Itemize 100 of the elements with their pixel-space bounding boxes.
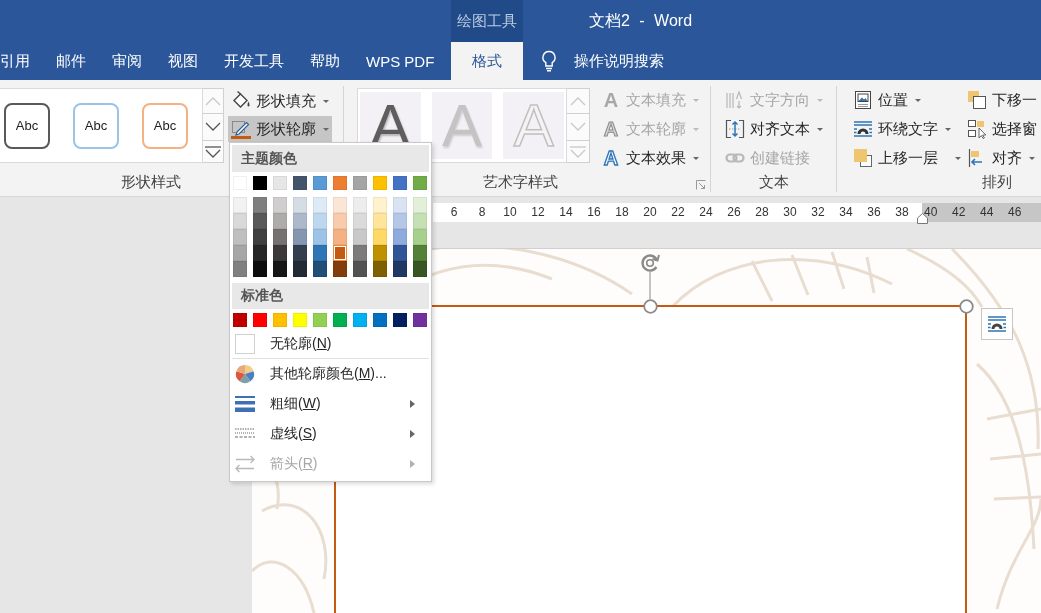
position-button[interactable]: 位置 [850, 88, 924, 112]
color-swatch[interactable] [393, 313, 407, 327]
color-swatch[interactable] [373, 313, 387, 327]
ribbon-tab[interactable]: 邮件 [43, 42, 99, 80]
color-swatch[interactable] [413, 176, 427, 190]
color-swatch[interactable] [353, 261, 367, 277]
color-swatch[interactable] [273, 176, 287, 190]
scroll-down-button[interactable] [203, 114, 224, 141]
color-swatch[interactable] [293, 197, 307, 213]
color-swatch[interactable] [313, 313, 327, 327]
color-swatch[interactable] [333, 261, 347, 277]
shape-style-swatch[interactable]: Abc [4, 102, 50, 149]
scroll-up-button[interactable] [567, 88, 590, 114]
color-swatch[interactable] [253, 245, 267, 261]
ribbon-tab[interactable]: 格式 [451, 42, 523, 80]
color-swatch[interactable] [333, 197, 347, 213]
color-swatch[interactable] [293, 261, 307, 277]
color-swatch[interactable] [393, 176, 407, 190]
color-swatch[interactable] [353, 229, 367, 245]
color-swatch[interactable] [413, 197, 427, 213]
color-swatch[interactable] [273, 261, 287, 277]
color-swatch[interactable] [353, 313, 367, 327]
color-swatch[interactable] [393, 245, 407, 261]
color-swatch[interactable] [393, 261, 407, 277]
layout-options-button[interactable] [981, 308, 1013, 340]
color-swatch[interactable] [293, 313, 307, 327]
color-swatch[interactable] [333, 229, 347, 245]
send-backward-button[interactable]: 下移一 [964, 88, 1040, 112]
color-swatch[interactable] [373, 261, 387, 277]
ribbon-tab[interactable]: 视图 [155, 42, 211, 80]
menu-item[interactable]: 虚线(S) [230, 419, 431, 449]
color-swatch[interactable] [253, 197, 267, 213]
color-swatch[interactable] [253, 213, 267, 229]
color-swatch[interactable] [353, 245, 367, 261]
color-swatch[interactable] [313, 176, 327, 190]
wrap-text-button[interactable]: 环绕文字 [850, 117, 954, 141]
color-swatch[interactable] [273, 313, 287, 327]
color-swatch[interactable] [393, 197, 407, 213]
color-swatch[interactable] [273, 213, 287, 229]
menu-item[interactable]: 其他轮廓颜色(M)... [230, 359, 431, 389]
ribbon-tab[interactable]: 帮助 [297, 42, 353, 80]
ribbon-tab[interactable]: WPS PDF [353, 42, 448, 80]
menu-item[interactable]: 粗细(W) [230, 389, 431, 419]
color-swatch[interactable] [373, 229, 387, 245]
selection-pane-button[interactable]: 选择窗 [964, 117, 1040, 141]
color-swatch[interactable] [293, 245, 307, 261]
color-swatch[interactable] [233, 197, 247, 213]
color-swatch[interactable] [253, 229, 267, 245]
color-swatch[interactable] [273, 245, 287, 261]
color-swatch[interactable] [233, 229, 247, 245]
bring-forward-button[interactable]: 上移一层 [850, 146, 964, 170]
shape-style-swatch[interactable]: Abc [142, 102, 188, 149]
dialog-launcher-icon[interactable] [696, 180, 706, 190]
color-swatch[interactable] [293, 176, 307, 190]
color-swatch[interactable] [313, 245, 327, 261]
resize-handle[interactable] [643, 299, 658, 314]
align-text-button[interactable]: 对齐文本 [722, 117, 826, 141]
ribbon-tab[interactable]: 审阅 [99, 42, 155, 80]
color-swatch[interactable] [233, 313, 247, 327]
color-swatch[interactable] [373, 176, 387, 190]
text-effects-button[interactable]: A 文本效果 [598, 146, 702, 170]
color-swatch[interactable] [333, 176, 347, 190]
menu-item[interactable]: 无轮廓(N) [230, 330, 431, 358]
color-swatch[interactable] [413, 261, 427, 277]
color-swatch[interactable] [233, 261, 247, 277]
tell-me-search[interactable]: 操作说明搜索 [541, 42, 664, 80]
rotation-handle[interactable] [639, 252, 661, 299]
resize-handle[interactable] [959, 299, 974, 314]
color-swatch[interactable] [273, 229, 287, 245]
gallery-more-button[interactable] [203, 141, 224, 163]
color-swatch[interactable] [293, 229, 307, 245]
color-swatch[interactable] [313, 197, 327, 213]
color-swatch[interactable] [353, 197, 367, 213]
color-swatch[interactable] [413, 313, 427, 327]
color-swatch[interactable] [333, 245, 347, 261]
color-swatch[interactable] [373, 245, 387, 261]
color-swatch[interactable] [273, 197, 287, 213]
shape-outline-button[interactable]: 形状轮廓 [228, 116, 332, 142]
color-swatch[interactable] [413, 245, 427, 261]
color-swatch[interactable] [253, 176, 267, 190]
color-swatch[interactable] [353, 176, 367, 190]
color-swatch[interactable] [413, 213, 427, 229]
color-swatch[interactable] [333, 313, 347, 327]
color-swatch[interactable] [373, 197, 387, 213]
ribbon-tab[interactable]: 开发工具 [211, 42, 297, 80]
color-swatch[interactable] [333, 213, 347, 229]
align-button[interactable]: 对齐 [964, 146, 1038, 170]
color-swatch[interactable] [313, 229, 327, 245]
color-swatch[interactable] [313, 261, 327, 277]
color-swatch[interactable] [373, 213, 387, 229]
color-swatch[interactable] [353, 213, 367, 229]
color-swatch[interactable] [313, 213, 327, 229]
color-swatch[interactable] [393, 229, 407, 245]
color-swatch[interactable] [233, 245, 247, 261]
color-swatch[interactable] [413, 229, 427, 245]
ribbon-tab[interactable]: 引用 [0, 42, 43, 80]
color-swatch[interactable] [253, 261, 267, 277]
color-swatch[interactable] [253, 313, 267, 327]
shape-fill-button[interactable]: 形状填充 [228, 88, 332, 114]
color-swatch[interactable] [393, 213, 407, 229]
